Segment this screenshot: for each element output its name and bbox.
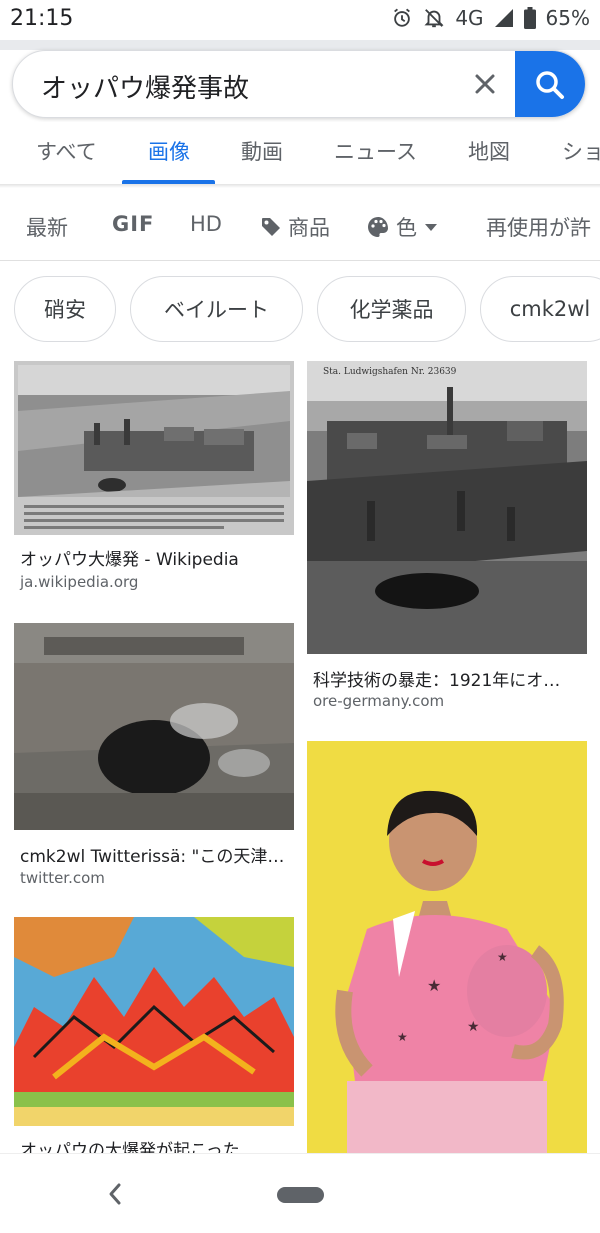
tab-maps[interactable]: 地図 — [468, 136, 510, 166]
network-type: 4G — [455, 6, 484, 30]
filter-toolbar: 最新 GIF HD 商品 色 再使用が許 — [0, 190, 600, 260]
result-thumbnail[interactable] — [14, 623, 294, 830]
result-title[interactable]: cmk2wl Twitterissä: "この天津… — [20, 842, 292, 867]
svg-text:★: ★ — [467, 1019, 480, 1035]
tab-images[interactable]: 画像 — [148, 136, 190, 166]
filter-usage-rights[interactable]: 再使用が許 — [486, 212, 591, 242]
status-bar: 21:15 4G 65% — [0, 0, 600, 40]
filter-products-label: 商品 — [288, 216, 330, 240]
notifications-off-icon — [423, 7, 445, 29]
filters-divider — [0, 260, 600, 261]
tab-videos[interactable]: 動画 — [241, 136, 283, 166]
result-title[interactable]: 科学技術の暴走：1921年にオ… — [313, 666, 585, 691]
battery-level: 65% — [545, 6, 590, 30]
status-time: 21:15 — [10, 6, 74, 31]
filter-products[interactable]: 商品 — [260, 212, 330, 242]
alarm-icon — [391, 7, 413, 29]
search-button[interactable] — [515, 51, 585, 117]
tab-shopping[interactable]: ショ — [562, 136, 600, 166]
chip-beirut[interactable]: ベイルート — [130, 276, 303, 342]
tab-news[interactable]: ニュース — [334, 136, 417, 166]
filter-hd[interactable]: HD — [190, 212, 222, 236]
back-chevron-icon[interactable] — [104, 1182, 126, 1210]
search-icon — [536, 71, 564, 99]
result-thumbnail[interactable]: ★ ★ ★ ★ — [307, 741, 587, 1153]
filter-gif[interactable]: GIF — [112, 212, 154, 236]
svg-text:★: ★ — [497, 950, 508, 964]
image-result[interactable]: Sta. Ludwigshafen Nr. 23639 科学技術の暴走：1921… — [307, 361, 587, 713]
system-nav-bar — [0, 1153, 600, 1233]
battery-icon — [523, 7, 536, 29]
result-title[interactable]: オッパウ大爆発 - Wikipedia — [20, 545, 292, 570]
image-result[interactable]: オッパウの大爆発が起こった… — [14, 917, 294, 1161]
chip-chemicals[interactable]: 化学薬品 — [317, 276, 466, 342]
close-icon[interactable] — [467, 66, 503, 102]
search-input[interactable]: オッパウ爆発事故 — [41, 68, 249, 105]
result-thumbnail[interactable] — [14, 361, 294, 535]
image-result[interactable]: ★ ★ ★ ★ — [307, 741, 587, 1153]
search-tabs: すべて 画像 動画 ニュース 地図 ショ — [0, 122, 600, 184]
svg-text:★: ★ — [397, 1030, 408, 1044]
search-bar[interactable]: オッパウ爆発事故 — [12, 50, 586, 118]
signal-icon — [494, 8, 514, 28]
result-source: ja.wikipedia.org — [20, 573, 139, 591]
chip-ammonium-nitrate[interactable]: 硝安 — [14, 276, 116, 342]
filter-color-label: 色 — [396, 216, 417, 240]
filter-latest[interactable]: 最新 — [26, 212, 68, 242]
result-thumbnail[interactable]: Sta. Ludwigshafen Nr. 23639 — [307, 361, 587, 654]
home-pill-icon[interactable] — [277, 1187, 324, 1203]
dropdown-arrow-icon — [425, 224, 437, 231]
related-chips: 硝安 ベイルート 化学薬品 cmk2wl — [0, 274, 600, 344]
image-result[interactable]: オッパウ大爆発 - Wikipedia ja.wikipedia.org — [14, 361, 294, 591]
image-caption: Sta. Ludwigshafen Nr. 23639 — [323, 367, 457, 377]
chip-cmk2wl[interactable]: cmk2wl — [480, 276, 600, 342]
palette-icon — [368, 217, 388, 237]
toolbar-background — [0, 40, 600, 50]
result-thumbnail[interactable] — [14, 917, 294, 1126]
result-source: ore-germany.com — [313, 692, 445, 710]
tabs-shadow — [0, 184, 600, 188]
result-source: twitter.com — [20, 869, 105, 887]
image-result[interactable]: cmk2wl Twitterissä: "この天津… twitter.com — [14, 623, 294, 888]
svg-text:★: ★ — [427, 976, 441, 995]
status-icons: 4G 65% — [391, 6, 590, 30]
filter-color[interactable]: 色 — [366, 212, 439, 242]
tag-icon — [262, 218, 280, 236]
tab-all[interactable]: すべて — [36, 136, 97, 166]
